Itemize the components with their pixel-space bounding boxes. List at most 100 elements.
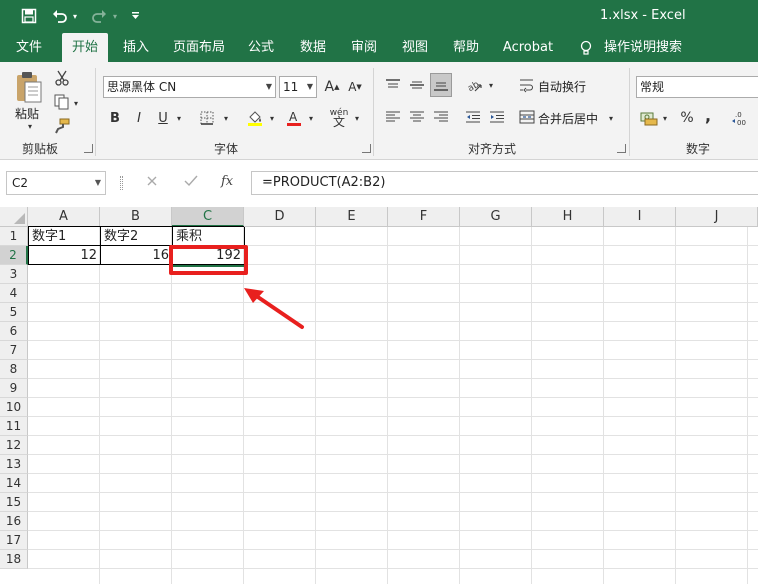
- splitter-handle[interactable]: [120, 176, 123, 190]
- column-header-c[interactable]: C: [172, 207, 244, 227]
- select-all-corner[interactable]: [0, 207, 28, 227]
- format-painter-icon[interactable]: [52, 116, 72, 136]
- cell-b2[interactable]: 16: [101, 246, 172, 265]
- formula-input[interactable]: =PRODUCT(A2:B2): [251, 171, 758, 195]
- merge-dropdown-icon[interactable]: ▾: [606, 110, 616, 126]
- accounting-format-icon[interactable]: [638, 107, 660, 129]
- cell-b1[interactable]: 数字2: [101, 227, 172, 246]
- phonetic-dropdown-icon[interactable]: ▾: [352, 110, 362, 126]
- clipboard-launcher-icon[interactable]: [84, 144, 93, 153]
- tab-page-layout[interactable]: 页面布局: [168, 33, 230, 62]
- name-box[interactable]: C2 ▼: [6, 171, 106, 195]
- save-icon[interactable]: [17, 5, 41, 27]
- lightbulb-icon[interactable]: [576, 33, 596, 62]
- underline-dropdown-icon[interactable]: ▾: [174, 110, 184, 126]
- chevron-down-icon[interactable]: ▼: [95, 172, 101, 194]
- column-header-e[interactable]: E: [316, 207, 388, 227]
- column-header-j[interactable]: J: [676, 207, 758, 227]
- number-format-combo[interactable]: 常规: [636, 76, 758, 98]
- paste-label[interactable]: 粘贴: [15, 105, 39, 122]
- font-color-icon[interactable]: A: [283, 107, 305, 129]
- worksheet-grid[interactable]: A B C D E F G H I J 1 2 3 4 5 6 7 8 9 10…: [0, 207, 758, 584]
- fill-color-icon[interactable]: [244, 107, 266, 129]
- align-left-icon[interactable]: [382, 106, 404, 128]
- redo-dropdown-icon[interactable]: ▾: [110, 5, 120, 27]
- cancel-icon[interactable]: [145, 174, 165, 192]
- tab-review[interactable]: 审阅: [343, 33, 385, 62]
- row-header[interactable]: 7: [0, 341, 28, 360]
- row-header[interactable]: 12: [0, 436, 28, 455]
- tab-file[interactable]: 文件: [8, 33, 50, 62]
- column-header-h[interactable]: H: [532, 207, 604, 227]
- phonetic-guide-icon[interactable]: wén 文: [326, 106, 352, 130]
- row-header[interactable]: 4: [0, 284, 28, 303]
- wrap-text-icon[interactable]: [518, 74, 536, 96]
- cell-c1[interactable]: 乘积: [173, 227, 244, 246]
- tab-help[interactable]: 帮助: [445, 33, 487, 62]
- tab-formulas[interactable]: 公式: [240, 33, 282, 62]
- row-header[interactable]: 8: [0, 360, 28, 379]
- shrink-font-button[interactable]: A ▼: [345, 76, 365, 98]
- percent-style-button[interactable]: %: [678, 107, 696, 129]
- column-header-a[interactable]: A: [28, 207, 100, 227]
- tell-me-search[interactable]: 操作说明搜索: [603, 33, 683, 62]
- cut-icon[interactable]: [52, 68, 72, 88]
- paste-icon[interactable]: [10, 68, 48, 106]
- accounting-dropdown-icon[interactable]: ▾: [660, 110, 670, 126]
- row-header[interactable]: 18: [0, 550, 28, 569]
- align-right-icon[interactable]: [430, 106, 452, 128]
- row-header[interactable]: 15: [0, 493, 28, 512]
- row-header[interactable]: 17: [0, 531, 28, 550]
- tab-acrobat[interactable]: Acrobat: [498, 33, 558, 62]
- column-header-g[interactable]: G: [460, 207, 532, 227]
- wrap-text-button[interactable]: 自动换行: [538, 78, 586, 95]
- row-header[interactable]: 5: [0, 303, 28, 322]
- font-color-dropdown-icon[interactable]: ▾: [306, 110, 316, 126]
- tab-view[interactable]: 视图: [394, 33, 436, 62]
- underline-button[interactable]: U: [154, 107, 172, 129]
- comma-style-button[interactable]: ,: [702, 104, 714, 126]
- decrease-indent-icon[interactable]: [462, 106, 484, 128]
- column-header-d[interactable]: D: [244, 207, 316, 227]
- insert-function-icon[interactable]: fx: [221, 174, 241, 192]
- font-size-combo[interactable]: 11 ▼: [279, 76, 317, 98]
- cell-a1[interactable]: 数字1: [29, 227, 100, 246]
- bold-button[interactable]: B: [106, 107, 124, 129]
- column-header-i[interactable]: I: [604, 207, 676, 227]
- middle-align-icon[interactable]: [406, 74, 428, 96]
- row-header[interactable]: 1: [0, 227, 28, 246]
- undo-dropdown-icon[interactable]: ▾: [70, 5, 80, 27]
- row-header[interactable]: 2: [0, 246, 28, 265]
- orientation-icon[interactable]: ab: [463, 74, 485, 96]
- orientation-dropdown-icon[interactable]: ▾: [486, 77, 496, 93]
- row-header[interactable]: 11: [0, 417, 28, 436]
- top-align-icon[interactable]: [382, 74, 404, 96]
- grow-font-button[interactable]: A ▲: [322, 76, 342, 98]
- tab-home[interactable]: 开始: [62, 33, 108, 62]
- align-center-icon[interactable]: [406, 106, 428, 128]
- copy-dropdown-icon[interactable]: ▾: [72, 98, 80, 108]
- row-header[interactable]: 14: [0, 474, 28, 493]
- row-header[interactable]: 9: [0, 379, 28, 398]
- merge-center-button[interactable]: 合并后居中: [538, 110, 598, 127]
- row-header[interactable]: 16: [0, 512, 28, 531]
- font-launcher-icon[interactable]: [362, 144, 371, 153]
- tab-insert[interactable]: 插入: [115, 33, 157, 62]
- column-header-b[interactable]: B: [100, 207, 172, 227]
- borders-icon[interactable]: [196, 107, 218, 129]
- row-header[interactable]: 3: [0, 265, 28, 284]
- row-header[interactable]: 6: [0, 322, 28, 341]
- alignment-launcher-icon[interactable]: [617, 144, 626, 153]
- column-header-f[interactable]: F: [388, 207, 460, 227]
- paste-dropdown-icon[interactable]: ▾: [26, 122, 34, 131]
- font-name-combo[interactable]: 思源黑体 CN ▼: [103, 76, 276, 98]
- borders-dropdown-icon[interactable]: ▾: [221, 110, 231, 126]
- enter-icon[interactable]: [183, 174, 203, 192]
- increase-indent-icon[interactable]: [486, 106, 508, 128]
- tab-data[interactable]: 数据: [292, 33, 334, 62]
- redo-icon[interactable]: [88, 5, 110, 27]
- bottom-align-icon[interactable]: [430, 73, 452, 97]
- italic-button[interactable]: I: [130, 107, 148, 129]
- customize-qat-icon[interactable]: [128, 5, 142, 27]
- fill-color-dropdown-icon[interactable]: ▾: [267, 110, 277, 126]
